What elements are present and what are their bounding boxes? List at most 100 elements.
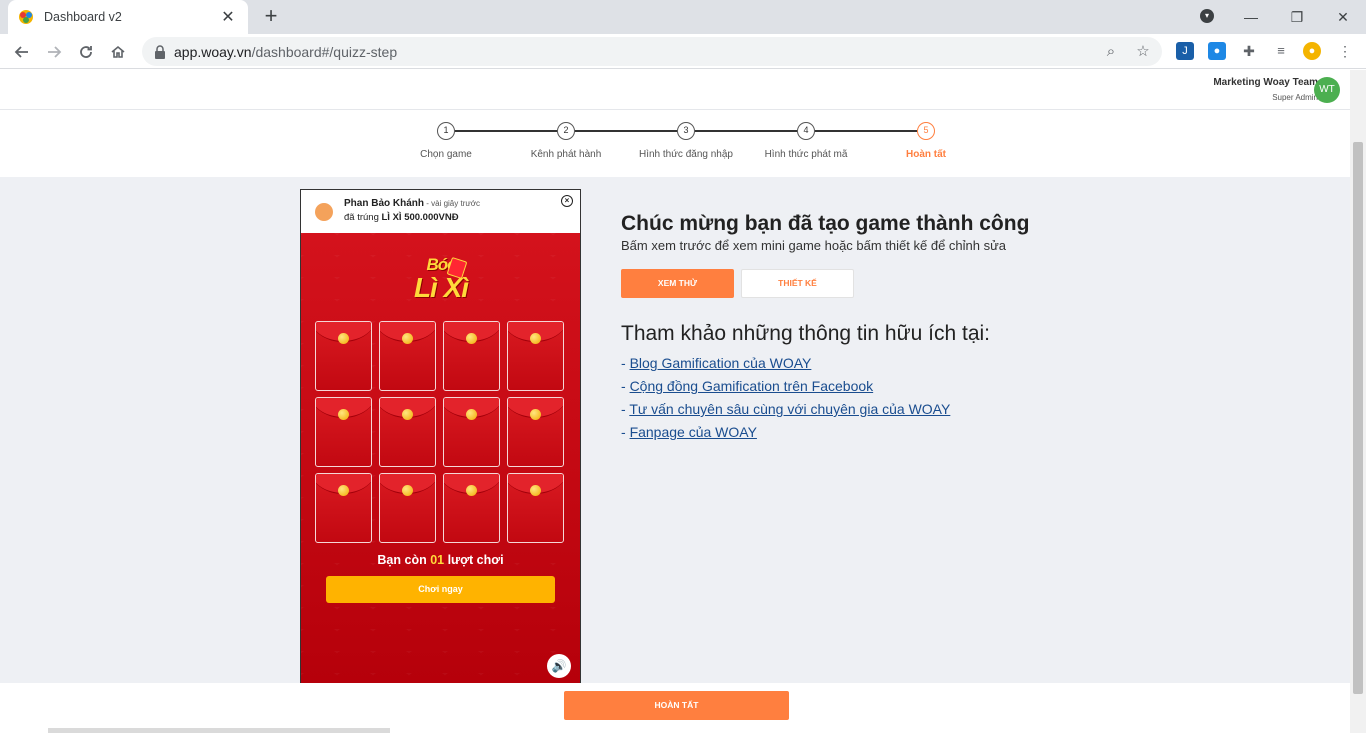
play-now-button[interactable]: Chơi ngay (326, 576, 555, 603)
step-choose-game[interactable]: 1 Chọn game (381, 122, 511, 160)
close-icon[interactable]: × (561, 195, 573, 207)
coin-icon (530, 409, 541, 420)
user-menu[interactable]: Marketing Woay Team Super Admin WT (1210, 70, 1350, 110)
step-number: 4 (797, 122, 815, 140)
team-role: Super Admin (1272, 93, 1318, 102)
chrome-profile-indicator-icon[interactable]: ▾ (1200, 9, 1214, 23)
turns-suffix: lượt chơi (444, 553, 504, 567)
back-arrow-icon[interactable] (8, 38, 36, 66)
profile-avatar-icon[interactable]: ● (1303, 42, 1321, 60)
step-label: Kênh phát hành (530, 149, 602, 160)
browser-tab[interactable]: Dashboard v2 ✕ (8, 0, 248, 34)
design-button[interactable]: THIẾT KẾ (741, 269, 854, 298)
coin-icon (338, 409, 349, 420)
red-envelope[interactable] (443, 473, 500, 543)
red-envelope[interactable] (443, 321, 500, 391)
blog-link[interactable]: Blog Gamification của WOAY (630, 355, 812, 371)
preview-button[interactable]: XEM THỬ (621, 269, 734, 298)
winner-name: Phan Bảo Khánh (344, 198, 425, 209)
page-content: Marketing Woay Team Super Admin WT 1 Chọ… (0, 70, 1350, 733)
red-envelope[interactable] (507, 473, 564, 543)
step-label: Hình thức đăng nhập (639, 149, 733, 160)
vertical-scrollbar[interactable] (1350, 70, 1366, 733)
step-number: 5 (917, 122, 935, 140)
coin-icon (338, 333, 349, 344)
finish-button[interactable]: HOÀN TẤT (564, 691, 789, 720)
step-complete[interactable]: 5 Hoàn tất (861, 122, 991, 160)
success-subtitle: Bấm xem trước để xem mini game hoặc bấm … (621, 238, 1007, 253)
step-number: 3 (677, 122, 695, 140)
avatar[interactable]: WT (1314, 77, 1340, 103)
turns-prefix: Bạn còn (377, 553, 431, 567)
list-item: - Cộng đồng Gamification trên Facebook (621, 378, 874, 394)
fanpage-link[interactable]: Fanpage của WOAY (630, 424, 757, 440)
window-close-button[interactable]: ✕ (1320, 0, 1366, 34)
coin-icon (466, 333, 477, 344)
tab-title: Dashboard v2 (44, 10, 122, 24)
woay-favicon-icon (19, 10, 33, 24)
step-label: Chọn game (420, 149, 472, 160)
url-path: /dashboard#/quizz-step (251, 43, 398, 60)
game-logo: Bóc Lì Xì (401, 255, 481, 315)
red-envelope[interactable] (379, 397, 436, 467)
winner-message: đã trúng LÌ XÌ 500.000VNĐ (344, 212, 459, 223)
step-number: 2 (557, 122, 575, 140)
address-bar[interactable]: app.woay.vn/dashboard#/quizz-step ⌕ ☆ (142, 37, 1162, 66)
red-envelope[interactable] (443, 397, 500, 467)
winner-time: - vài giây trước (424, 199, 480, 208)
red-envelope[interactable] (507, 321, 564, 391)
extensions-puzzle-icon[interactable]: ✚ (1240, 42, 1258, 60)
footer-bar: HOÀN TẤT (0, 683, 1350, 733)
red-envelope[interactable] (379, 473, 436, 543)
new-tab-button[interactable]: + (258, 4, 284, 30)
horizontal-scrollbar[interactable] (48, 728, 390, 733)
red-envelope[interactable] (507, 397, 564, 467)
step-progress: 1 Chọn game 2 Kênh phát hành 3 Hình thức… (0, 110, 1350, 177)
forward-arrow-icon[interactable] (40, 38, 68, 66)
extension-j-icon[interactable]: J (1176, 42, 1194, 60)
window-restore-button[interactable]: ❐ (1274, 0, 1320, 34)
red-envelope[interactable] (315, 397, 372, 467)
window-minimize-button[interactable]: — (1228, 0, 1274, 34)
red-envelope[interactable] (315, 321, 372, 391)
coin-icon (338, 485, 349, 496)
reference-links: - Blog Gamification của WOAY - Cộng đồng… (621, 352, 950, 444)
winner-notification: Phan Bảo Khánh - vài giây trước đã trúng… (301, 190, 580, 233)
list-item: - Fanpage của WOAY (621, 424, 757, 440)
extension-drop-icon[interactable]: ● (1208, 42, 1226, 60)
list-item: - Blog Gamification của WOAY (621, 355, 812, 371)
app-header: Marketing Woay Team Super Admin WT (0, 70, 1350, 110)
winner-prize: LÌ XÌ 500.000VNĐ (381, 212, 459, 223)
step-login-method[interactable]: 3 Hình thức đăng nhập (621, 122, 751, 160)
step-code-method[interactable]: 4 Hình thức phát mã (741, 122, 871, 160)
chrome-menu-icon[interactable]: ⋮ (1336, 42, 1354, 60)
reload-icon[interactable] (72, 38, 100, 66)
game-preview: Phan Bảo Khánh - vài giây trước đã trúng… (300, 189, 581, 689)
success-title: Chúc mừng bạn đã tạo game thành công (621, 212, 1030, 235)
turns-number: 01 (430, 553, 445, 567)
url-host: app.woay.vn (174, 43, 252, 60)
bookmark-star-icon[interactable]: ☆ (1134, 43, 1152, 61)
team-name: Marketing Woay Team (1213, 77, 1318, 88)
step-number: 1 (437, 122, 455, 140)
consulting-link[interactable]: Tư vấn chuyên sâu cùng với chuyên gia củ… (629, 401, 950, 417)
logo-text-bottom: Lì Xì (413, 272, 469, 303)
red-envelope[interactable] (379, 321, 436, 391)
community-link[interactable]: Cộng đồng Gamification trên Facebook (630, 378, 874, 394)
zoom-icon[interactable]: ⌕ (1102, 43, 1120, 61)
coin-icon (402, 409, 413, 420)
browser-toolbar: app.woay.vn/dashboard#/quizz-step ⌕ ☆ J … (0, 34, 1366, 69)
coin-icon (530, 333, 541, 344)
media-control-icon[interactable]: ≡ (1272, 42, 1290, 60)
browser-tabbar: Dashboard v2 ✕ + ▾ — ❐ ✕ (0, 0, 1366, 34)
scrollbar-thumb[interactable] (1353, 142, 1363, 694)
winner-message-prefix: đã trúng (344, 212, 382, 223)
list-item: - Tư vấn chuyên sâu cùng với chuyên gia … (621, 401, 951, 417)
coin-icon (402, 485, 413, 496)
tab-close-icon[interactable]: ✕ (218, 7, 238, 27)
coin-icon (530, 485, 541, 496)
home-icon[interactable] (104, 38, 132, 66)
red-envelope[interactable] (315, 473, 372, 543)
step-release-channel[interactable]: 2 Kênh phát hành (501, 122, 631, 160)
sound-icon[interactable]: 🔊 (547, 654, 571, 678)
